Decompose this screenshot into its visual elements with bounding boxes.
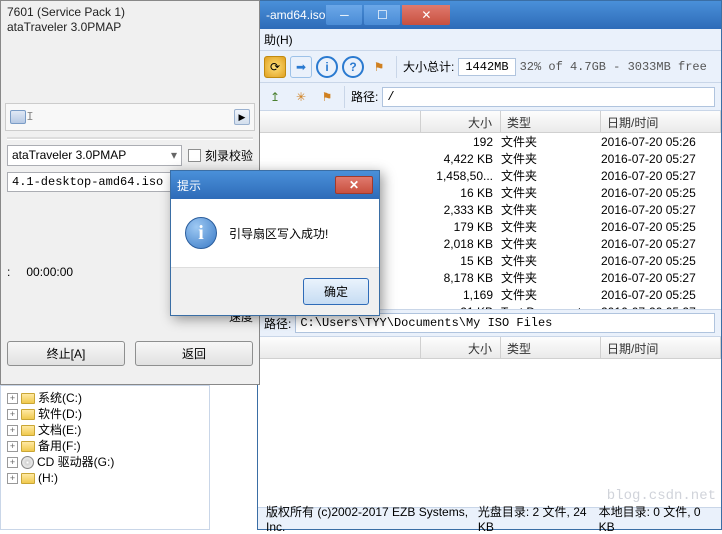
verify-checkbox[interactable]: 刻录校验 [188,147,253,164]
path2-input[interactable]: C:\Users\TYY\Documents\My ISO Files [295,313,715,333]
abort-button[interactable]: 终止[A] [7,341,125,366]
tree-expand-icon[interactable]: + [7,393,18,404]
message-dialog: 提示 ✕ i 引导扇区写入成功! 确定 [170,170,380,316]
dialog-close-button[interactable]: ✕ [335,176,373,194]
col-type[interactable]: 类型 [501,111,601,132]
tree-expand-icon[interactable]: + [7,457,18,468]
path2-label: 路径: [264,315,291,332]
col2-date[interactable]: 日期/时间 [601,337,721,358]
bg-menubar: 助(H) [258,29,721,51]
dialog-titlebar[interactable]: 提示 ✕ [171,171,379,199]
size-total-label: 大小总计: [403,58,454,75]
bg-toolbar: ⟳ ➡ i ? ⚑ 大小总计: 1442MB 32% of 4.7GB - 30… [258,51,721,83]
writer-scrollbar[interactable]: III ▶ [5,103,255,131]
col-size[interactable]: 大小 [421,111,501,132]
tree-item[interactable]: +软件(D:) [7,406,203,422]
maximize-button[interactable]: ☐ [364,5,400,25]
dialog-message: 引导扇区写入成功! [229,225,328,242]
tree-expand-icon[interactable]: + [7,425,18,436]
tree-item[interactable]: +(H:) [7,470,203,486]
tree-expand-icon[interactable]: + [7,409,18,420]
path-input[interactable]: / [382,87,715,107]
folder-icon [21,473,35,484]
close-button[interactable]: ✕ [402,5,450,25]
tree-item[interactable]: +文档(E:) [7,422,203,438]
folder-icon [21,393,35,404]
tree-item[interactable]: +备用(F:) [7,438,203,454]
scroll-right-icon[interactable]: ▶ [234,109,250,125]
status-left: 版权所有 (c)2002-2017 EZB Systems, Inc. [266,503,478,534]
dialog-title: 提示 [177,177,335,194]
writer-info-text: 7601 (Service Pack 1) ataTraveler 3.0PMA… [1,1,259,39]
drive-tree[interactable]: +系统(C:)+软件(D:)+文档(E:)+备用(F:)+CD 驱动器(G:)+… [0,385,210,530]
tree-expand-icon[interactable]: + [7,441,18,452]
info-icon: i [185,217,217,249]
watermark: blog.csdn.net [607,488,716,504]
size-total-value: 1442MB [458,58,515,76]
table-row[interactable]: 4,422 KB文件夹2016-07-20 05:27 [258,150,721,167]
cd-icon [21,456,34,469]
path-new-icon[interactable]: ✳ [290,86,312,108]
file-list2-header: 大小 类型 日期/时间 [258,337,721,359]
toolbar-icon-2[interactable]: ➡ [290,56,312,78]
elapsed-label: : [7,265,10,279]
toolbar-icon-1[interactable]: ⟳ [264,56,286,78]
path-up-icon[interactable]: ↥ [264,86,286,108]
folder-icon [21,425,35,436]
path-label: 路径: [351,88,378,105]
path-flag-icon[interactable]: ⚑ [316,86,338,108]
col2-name[interactable] [258,337,421,358]
dialog-ok-button[interactable]: 确定 [303,278,369,305]
bg-pathbar: ↥ ✳ ⚑ 路径: / [258,83,721,111]
toolbar-icon-5[interactable]: ⚑ [368,56,390,78]
toolbar-help-icon[interactable]: ? [342,56,364,78]
col2-size[interactable]: 大小 [421,337,501,358]
tree-item[interactable]: +CD 驱动器(G:) [7,454,203,470]
bg-statusbar: 版权所有 (c)2002-2017 EZB Systems, Inc. 光盘目录… [258,507,721,529]
status-mid: 光盘目录: 2 文件, 24 KB [478,503,599,534]
status-right: 本地目录: 0 文件, 0 KB [599,503,713,534]
folder-icon [21,409,35,420]
file-list-lower[interactable] [258,359,721,489]
tree-expand-icon[interactable]: + [7,473,18,484]
bg-titlebar[interactable]: -amd64.iso ─ ☐ ✕ [258,1,721,29]
table-row[interactable]: 192文件夹2016-07-20 05:26 [258,133,721,150]
col-name[interactable] [258,111,421,132]
menu-help[interactable]: 助(H) [264,31,293,48]
col-date[interactable]: 日期/时间 [601,111,721,132]
back-button[interactable]: 返回 [135,341,253,366]
file-list-header: 大小 类型 日期/时间 [258,111,721,133]
tree-item[interactable]: +系统(C:) [7,390,203,406]
scroll-thumb[interactable] [10,110,26,124]
drive-select[interactable]: ataTraveler 3.0PMAP ▾ [7,145,182,166]
bg-title-text: -amd64.iso [266,8,325,22]
col2-type[interactable]: 类型 [501,337,601,358]
toolbar-info-icon[interactable]: i [316,56,338,78]
disk-usage-text: 32% of 4.7GB - 3033MB free [520,60,707,74]
elapsed-value: 00:00:00 [26,265,73,279]
folder-icon [21,441,35,452]
minimize-button[interactable]: ─ [326,5,362,25]
